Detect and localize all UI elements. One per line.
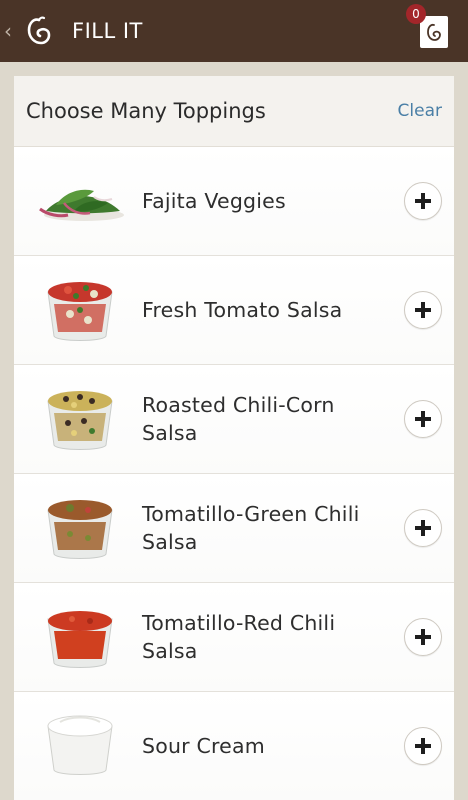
- cart-count-badge: 0: [406, 4, 426, 24]
- list-item: Roasted Chili-Corn Salsa: [14, 365, 454, 474]
- pepper-logo-icon[interactable]: [24, 16, 54, 46]
- plus-icon: [415, 738, 431, 754]
- plus-icon: [415, 193, 431, 209]
- add-topping-button[interactable]: [404, 400, 442, 438]
- app-header: ‹ FILL IT 0: [0, 0, 468, 62]
- add-topping-button[interactable]: [404, 618, 442, 656]
- bag-icon: [420, 16, 448, 48]
- add-topping-button[interactable]: [404, 727, 442, 765]
- list-item: Fajita Veggies: [14, 147, 454, 256]
- add-topping-button[interactable]: [404, 509, 442, 547]
- fajita-veggies-image: [32, 161, 128, 241]
- clear-button[interactable]: Clear: [398, 101, 442, 121]
- topping-name: Fresh Tomato Salsa: [142, 298, 343, 322]
- sour-cream-image: [32, 706, 128, 786]
- list-item: Fresh Tomato Salsa: [14, 256, 454, 365]
- topping-name: Roasted Chili-Corn Salsa: [142, 393, 335, 445]
- list-item: Tomatillo-Red Chili Salsa: [14, 583, 454, 692]
- plus-icon: [415, 411, 431, 427]
- fresh-tomato-salsa-image: [32, 270, 128, 350]
- topping-name: Sour Cream: [142, 734, 265, 758]
- back-chevron-icon[interactable]: ‹: [4, 19, 16, 43]
- tomatillo-red-chili-salsa-image: [32, 597, 128, 677]
- panel-title: Choose Many Toppings: [26, 99, 266, 123]
- topping-name: Fajita Veggies: [142, 189, 286, 213]
- list-item: Tomatillo-Green Chili Salsa: [14, 474, 454, 583]
- add-topping-button[interactable]: [404, 182, 442, 220]
- panel-header: Choose Many Toppings Clear: [14, 76, 454, 147]
- page-title: FILL IT: [72, 19, 143, 43]
- toppings-panel: Choose Many Toppings Clear Fajita Veggie…: [14, 76, 454, 800]
- list-item: Sour Cream: [14, 692, 454, 800]
- plus-icon: [415, 302, 431, 318]
- cart-button[interactable]: 0: [406, 4, 452, 50]
- topping-name: Tomatillo-Red Chili Salsa: [142, 611, 336, 663]
- plus-icon: [415, 520, 431, 536]
- roasted-chili-corn-salsa-image: [32, 379, 128, 459]
- add-topping-button[interactable]: [404, 291, 442, 329]
- plus-icon: [415, 629, 431, 645]
- topping-name: Tomatillo-Green Chili Salsa: [142, 502, 360, 554]
- tomatillo-green-chili-salsa-image: [32, 488, 128, 568]
